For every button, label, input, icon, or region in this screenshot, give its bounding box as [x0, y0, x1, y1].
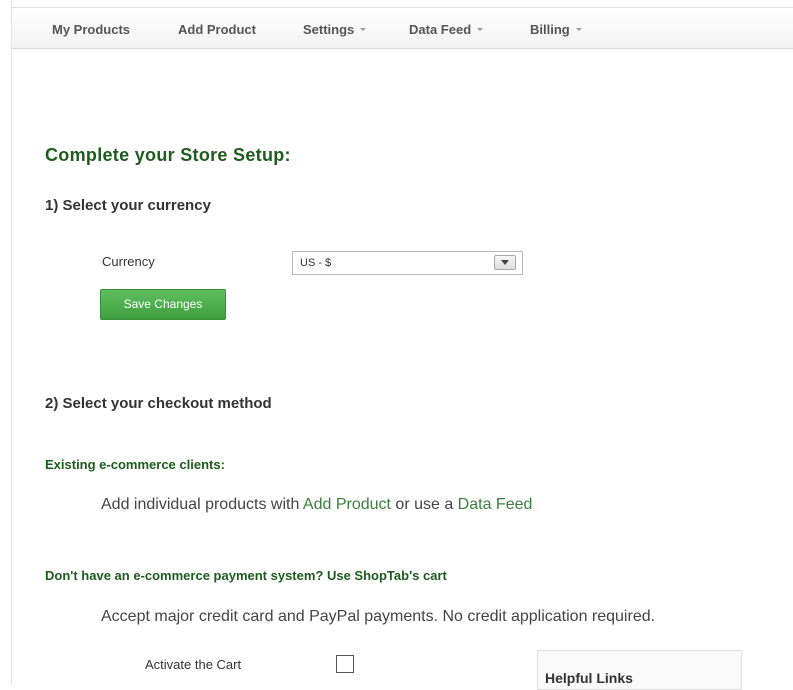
nav-billing[interactable]: Billing — [530, 22, 582, 37]
currency-select[interactable]: US - $ — [292, 251, 523, 275]
top-nav: My Products Add Product Settings Data Fe… — [12, 7, 793, 49]
nav-my-products[interactable]: My Products — [52, 22, 130, 37]
activate-cart-label: Activate the Cart — [145, 657, 242, 672]
existing-clients-text: Add individual products with Add Product… — [101, 496, 532, 514]
helpful-links-title: Helpful Links — [545, 670, 633, 686]
no-payment-system-heading: Don't have an e-commerce payment system?… — [45, 568, 447, 583]
nav-add-product[interactable]: Add Product — [178, 22, 256, 37]
helpful-links-panel: Helpful Links — [537, 650, 742, 690]
nav-data-feed-label: Data Feed — [409, 22, 472, 37]
nav-settings-label: Settings — [303, 22, 355, 37]
nav-my-products-label: My Products — [52, 22, 131, 37]
content-frame — [11, 0, 793, 686]
nav-billing-label: Billing — [530, 22, 570, 37]
data-feed-link[interactable]: Data Feed — [458, 496, 533, 513]
chevron-down-icon — [360, 28, 367, 31]
existing-text-part2: or use a — [390, 496, 458, 513]
checkout-section-heading: 2) Select your checkout method — [45, 395, 272, 412]
currency-select-value: US - $ — [300, 257, 332, 269]
existing-clients-heading: Existing e-commerce clients: — [45, 457, 225, 472]
activate-cart-checkbox[interactable] — [336, 655, 354, 673]
currency-section-heading: 1) Select your currency — [45, 197, 211, 214]
page-title: Complete your Store Setup: — [45, 145, 291, 165]
nav-data-feed[interactable]: Data Feed — [409, 22, 484, 37]
cart-description-text: Accept major credit card and PayPal paym… — [101, 608, 656, 625]
chevron-down-icon — [477, 28, 484, 31]
add-product-link[interactable]: Add Product — [303, 496, 391, 513]
currency-label: Currency — [102, 254, 155, 269]
nav-settings[interactable]: Settings — [303, 22, 367, 37]
existing-text-part1: Add individual products with — [101, 496, 303, 513]
nav-add-product-label: Add Product — [178, 22, 256, 37]
chevron-down-icon — [575, 28, 582, 31]
chevron-down-icon — [494, 255, 516, 270]
save-changes-button[interactable]: Save Changes — [100, 289, 226, 320]
